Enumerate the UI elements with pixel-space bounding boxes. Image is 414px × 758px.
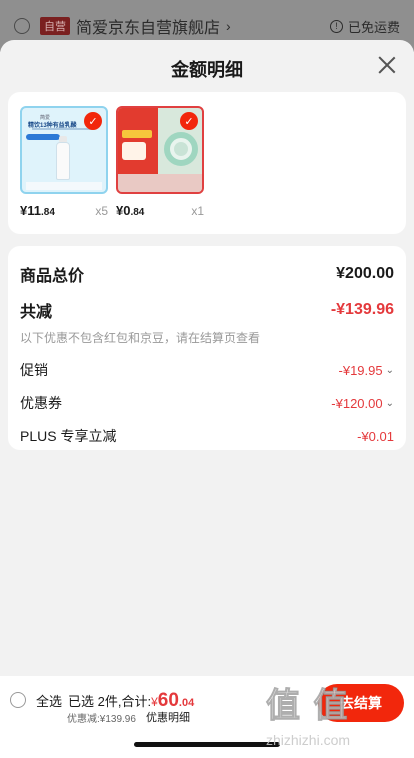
product-quantity: x5 [95,204,108,218]
home-indicator [134,742,280,747]
bottle-graphic [56,142,70,180]
promotion-value: -¥19.95 ⌄ [338,362,394,378]
select-all-radio[interactable] [10,692,26,708]
product-quantity: x1 [191,204,204,218]
plus-discount-row: PLUS 专享立减 -¥0.01 [20,426,394,446]
discount-detail-link[interactable]: 优惠明细 [146,709,190,725]
product-image: ✓ [116,106,204,194]
checkmark-icon: ✓ [180,112,198,130]
product-item[interactable]: 简爱 精饮13种有益乳酸 ✓ ¥11.84 x5 [20,106,108,218]
product-item[interactable]: ✓ ¥0.84 x1 [116,106,204,218]
checkmark-icon: ✓ [84,112,102,130]
coupon-label: 优惠券 [20,395,62,411]
discount-amount: 优惠减:¥139.96 [67,714,136,725]
sum-currency: ¥ [151,695,158,709]
total-row: 商品总价 ¥200.00 [20,262,394,286]
total-value: ¥200.00 [336,265,394,282]
coupon-value: -¥120.00 ⌄ [331,395,394,411]
reduction-row: 共减 -¥139.96 [20,298,394,322]
selected-count-text: 已选 2件,合计: [68,694,152,709]
reduction-value: -¥139.96 [330,301,394,318]
sheet-title: 金额明细 [171,60,243,80]
store-select-radio[interactable] [14,18,30,34]
shipping-text: 已免运费 [347,19,400,35]
chevron-right-icon: › [226,18,231,34]
product-price: ¥0.84 [116,203,145,218]
promotion-row[interactable]: 促销 -¥19.95 ⌄ [20,360,394,380]
chevron-down-icon: ⌄ [385,397,394,409]
products-card: 简爱 精饮13种有益乳酸 ✓ ¥11.84 x5 ✓ ¥0.84 x1 [8,92,406,234]
close-icon[interactable] [376,54,398,76]
sum-decimal: .04 [178,697,195,709]
plus-discount-label: PLUS 专享立减 [20,428,117,444]
discount-note: 以下优惠不包含红包和京豆，请在结算页查看 [20,331,261,345]
amount-detail-sheet: 金额明细 简爱 精饮13种有益乳酸 ✓ ¥11.84 x5 ✓ ¥0.84 x1… [0,40,414,676]
select-all-label[interactable]: 全选 [36,691,62,710]
plus-discount-value: -¥0.01 [357,428,394,444]
amount-summary-card: 商品总价 ¥200.00 共减 -¥139.96 以下优惠不包含红包和京豆，请在… [8,246,406,450]
reduction-label: 共减 [20,304,53,321]
product-image: 简爱 精饮13种有益乳酸 ✓ [20,106,108,194]
total-label: 商品总价 [20,268,85,285]
watermark-url: zhizhizhi.com [266,732,351,748]
shipping-info[interactable]: ! 已免运费 [329,17,400,36]
info-icon: ! [329,19,343,33]
store-name[interactable]: 简爱京东自营旗舰店 [76,14,220,38]
self-operated-badge: 自营 [40,17,70,35]
promotion-label: 促销 [20,362,48,378]
product-price: ¥11.84 [20,203,55,218]
checkout-bar: 全选 已选 2件,合计: ¥ 60 .04 优惠减:¥139.96 优惠明细 去… [0,676,414,758]
watermark-logo: 值 值 [265,687,350,726]
chevron-down-icon: ⌄ [385,364,394,376]
coupon-row[interactable]: 优惠券 -¥120.00 ⌄ [20,393,394,413]
